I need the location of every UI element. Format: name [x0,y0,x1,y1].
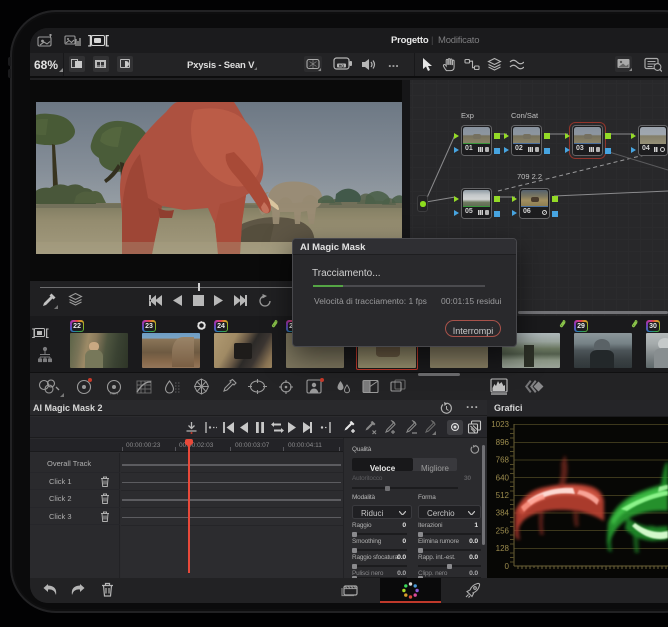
svg-text:1023: 1023 [491,420,509,429]
svg-text:256: 256 [496,527,510,536]
svg-text:128: 128 [496,544,510,553]
svg-text:384: 384 [496,509,510,518]
svg-text:896: 896 [496,438,510,447]
svg-text:768: 768 [496,456,510,465]
svg-text:640: 640 [496,474,510,483]
svg-text:0: 0 [505,562,510,571]
svg-text:HQ: HQ [339,64,345,68]
svg-text:512: 512 [496,491,510,500]
svg-text:HDR: HDR [110,391,119,396]
